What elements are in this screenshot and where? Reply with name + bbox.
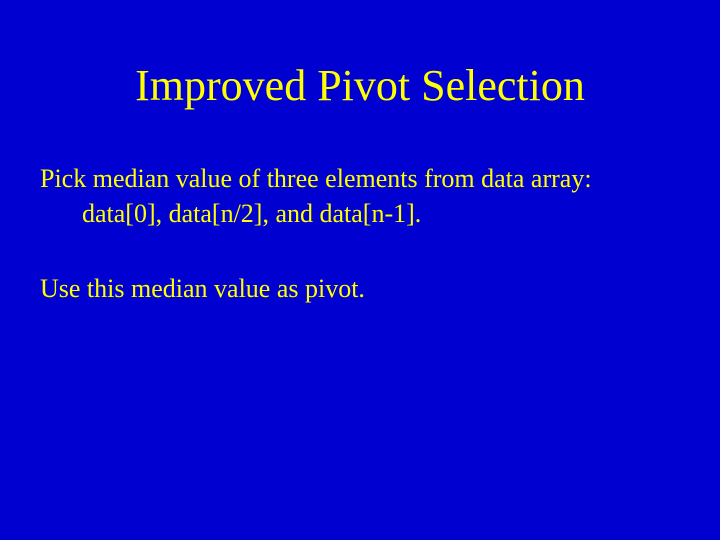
paragraph-1: Pick median value of three elements from… [40, 161, 680, 231]
slide-content: Pick median value of three elements from… [40, 161, 680, 306]
slide: Improved Pivot Selection Pick median val… [0, 0, 720, 540]
p1-line1: Pick median value of three elements from… [40, 164, 592, 193]
paragraph-2: Use this median value as pivot. [40, 271, 680, 306]
slide-title: Improved Pivot Selection [40, 60, 680, 111]
p1-line2: data[0], data[n/2], and data[n-1]. [40, 196, 680, 231]
